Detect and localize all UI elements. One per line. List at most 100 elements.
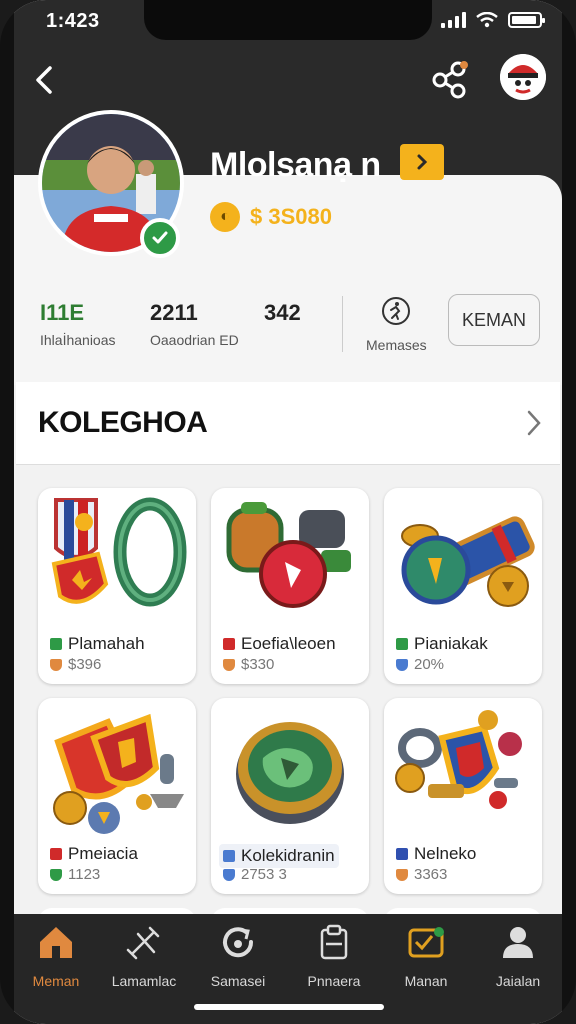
item-name: Kolekidranin — [241, 846, 335, 865]
stat-2-label: Oaaodrian ED — [150, 332, 239, 348]
tab-tools[interactable]: Lamamlac — [100, 922, 188, 989]
category-icon — [50, 638, 62, 650]
status-icons — [441, 12, 545, 28]
item-value: 2753 3 — [241, 866, 287, 883]
item-name: Plamahah — [68, 634, 145, 653]
item-name: Pmeiacia — [68, 844, 138, 863]
tab-label: Jaialan — [495, 973, 541, 989]
item-value-row: $330 — [223, 656, 274, 673]
coin-value: $ 3S080 — [250, 204, 332, 229]
shield-icon — [396, 868, 408, 881]
shield-icon — [50, 868, 62, 881]
tab-label: Lamamlac — [111, 973, 177, 989]
item-card[interactable]: Nelneko 3363 — [384, 698, 542, 894]
item-card[interactable]: Pmeiacia 1123 — [38, 698, 196, 894]
section-title: KOLEGHOA — [38, 406, 208, 439]
battery-icon — [508, 12, 545, 28]
tab-label: Pnnaera — [307, 973, 361, 989]
category-icon — [223, 850, 235, 862]
tab-profile[interactable]: Jaialan — [474, 922, 562, 989]
stat-1-value: I11E — [40, 300, 85, 325]
item-value-row: 1123 — [50, 866, 100, 883]
runner-icon — [382, 297, 411, 325]
scroll-art — [401, 516, 535, 607]
stat-1-label: Ihlaİhanioas — [40, 332, 116, 348]
item-card[interactable]: Plamahah $396 — [38, 488, 196, 684]
category-icon — [396, 848, 408, 860]
stat-3[interactable]: 342 — [264, 300, 301, 326]
item-card[interactable]: Kolekidranin 2753 3 — [211, 698, 369, 894]
tab-label: Meman — [32, 973, 80, 989]
shield-icon — [223, 658, 235, 671]
item-name: Pianiakak — [414, 634, 488, 653]
home-indicator[interactable] — [194, 1004, 384, 1010]
stats-row: I11E Ihlaİhanioas 2211 Oaaodrian ED 342 … — [14, 294, 562, 366]
notch — [144, 0, 432, 40]
item-name-row: Kolekidranin — [219, 844, 339, 868]
verified-badge — [140, 218, 180, 258]
item-value-row: 20% — [396, 656, 444, 673]
phone-frame: 1:423 Mlolsanạ n ◐ $ 3S080 I11E Ihlaİhan… — [0, 0, 576, 1024]
item-card[interactable]: Pianiakak 20% — [384, 488, 542, 684]
screen: 1:423 Mlolsanạ n ◐ $ 3S080 I11E Ihlaİhan… — [14, 0, 562, 1024]
mascot-icon — [500, 54, 546, 100]
category-icon — [50, 848, 62, 860]
follow-button[interactable]: KEMAN — [448, 294, 540, 346]
item-name-row: Nelneko — [396, 844, 476, 864]
share-button[interactable] — [430, 60, 470, 100]
item-value-row: 2753 3 — [223, 866, 287, 883]
coin-balance: ◐ $ 3S080 — [210, 202, 332, 232]
tab-wallet[interactable]: Manan — [382, 922, 470, 989]
stat-2-value: 2211 — [150, 300, 198, 325]
category-icon — [396, 638, 408, 650]
item-value-row: $396 — [50, 656, 101, 673]
stat-2[interactable]: 2211 Oaaodrian ED — [150, 300, 239, 348]
gadgets-art — [226, 502, 351, 608]
user-icon — [503, 927, 533, 958]
medals-art — [51, 497, 187, 607]
tab-home[interactable]: Meman — [14, 922, 100, 989]
mascot-avatar[interactable] — [500, 54, 546, 100]
tab-refresh[interactable]: Samasei — [194, 922, 282, 989]
clipboard-icon — [320, 924, 348, 960]
signal-icon — [441, 12, 466, 28]
tab-clipboard[interactable]: Pnnaera — [290, 922, 378, 989]
check-icon — [152, 231, 168, 244]
stats-divider — [342, 296, 343, 352]
item-name-row: Pmeiacia — [50, 844, 138, 864]
stat-4-label: Memases — [366, 337, 427, 353]
collection-header[interactable]: KOLEGHOA — [16, 382, 560, 465]
tab-label: Manan — [404, 973, 448, 989]
item-card[interactable]: Eoefia\leoen $330 — [211, 488, 369, 684]
category-icon — [223, 638, 235, 650]
chevron-right-icon — [417, 154, 428, 170]
item-value: $396 — [68, 656, 102, 673]
refresh-icon — [223, 927, 254, 958]
shield-icon — [396, 658, 408, 671]
item-name-row: Pianiakak — [396, 634, 488, 654]
stat-3-value: 342 — [264, 300, 301, 325]
chevron-right-icon — [527, 410, 541, 436]
stat-1[interactable]: I11E Ihlaİhanioas — [40, 300, 116, 348]
home-icon — [40, 927, 72, 958]
tools-icon — [126, 926, 160, 960]
wallet-icon — [408, 927, 444, 958]
item-name-row: Plamahah — [50, 634, 145, 654]
item-value: $330 — [241, 656, 275, 673]
item-name: Eoefia\leoen — [241, 634, 336, 653]
wifi-icon — [476, 12, 498, 28]
shield-icon — [223, 868, 235, 881]
shield-icon — [50, 658, 62, 671]
stat-4[interactable]: Memases — [366, 296, 427, 353]
coin-icon: ◐ — [210, 202, 240, 232]
tab-label: Samasei — [210, 973, 266, 989]
item-value: 20% — [414, 656, 445, 673]
name-arrow-button[interactable] — [400, 144, 444, 180]
relics-art — [395, 710, 522, 809]
back-button[interactable] — [30, 64, 58, 96]
item-value-row: 3363 — [396, 866, 447, 883]
item-name: Nelneko — [414, 844, 477, 863]
item-value: 1123 — [68, 866, 101, 883]
profile-name: Mlolsanạ n — [210, 146, 381, 184]
item-value: 3363 — [414, 866, 448, 883]
